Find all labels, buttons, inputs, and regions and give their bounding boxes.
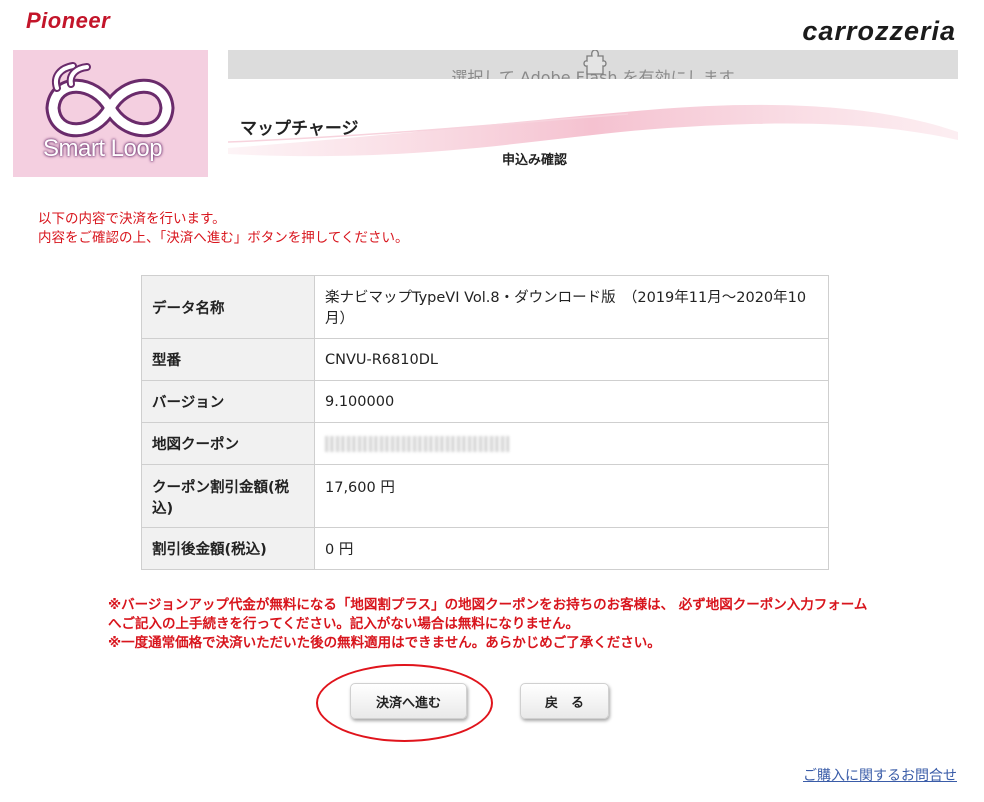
purchase-inquiry-link[interactable]: ご購入に関するお問合せ xyxy=(803,765,957,785)
warning-line-1: ※バージョンアップ代金が無料になる「地図割プラス」の地図クーポンをお持ちのお客様… xyxy=(108,597,868,632)
row-value-coupon-discount: 17,600 円 xyxy=(314,464,829,528)
proceed-to-payment-button[interactable]: 決済へ進む xyxy=(350,683,467,719)
row-label-data-name: データ名称 xyxy=(141,275,315,339)
page-header: マップチャージ 申込み確認 xyxy=(228,80,958,180)
carrozzeria-logo: carrozzeria xyxy=(802,16,956,46)
warning-line-2: ※一度通常価格で決済いただいた後の無料適用はできません。あらかじめご了承ください… xyxy=(108,635,661,651)
notice-line-1: 以下の内容で決済を行います。 xyxy=(38,211,226,227)
table-row: 地図クーポン xyxy=(141,422,829,465)
row-label-coupon-discount: クーポン割引金額(税込) xyxy=(141,464,315,528)
pioneer-logo: Pioneer xyxy=(26,8,111,33)
page-subtitle: 申込み確認 xyxy=(502,153,568,168)
table-row: 型番 CNVU-R6810DL xyxy=(141,338,829,381)
smartloop-logo: Smart Loop xyxy=(13,50,208,177)
row-value-amount-after-discount: 0 円 xyxy=(314,527,829,570)
confirmation-notice: 以下の内容で決済を行います。 内容をご確認の上、「決済へ進む」ボタンを押してくだ… xyxy=(38,210,408,248)
row-label-map-coupon: 地図クーポン xyxy=(141,422,315,465)
row-label-amount-after-discount: 割引後金額(税込) xyxy=(141,527,315,570)
table-row: 割引後金額(税込) 0 円 xyxy=(141,527,829,570)
back-button[interactable]: 戻 る xyxy=(520,683,609,719)
puzzle-piece-icon xyxy=(583,50,607,75)
notice-line-2: 内容をご確認の上、「決済へ進む」ボタンを押してください。 xyxy=(38,230,409,246)
page-title: マップチャージ xyxy=(240,119,359,139)
row-value-version: 9.100000 xyxy=(314,380,829,423)
flash-placeholder[interactable]: 選択して Adobe Flash を有効にします xyxy=(228,50,958,79)
table-row: バージョン 9.100000 xyxy=(141,380,829,423)
table-row: データ名称 楽ナビマップTypeVI Vol.8・ダウンロード版 （2019年1… xyxy=(141,275,829,339)
redacted-coupon-code xyxy=(325,435,509,452)
smartloop-label: Smart Loop xyxy=(43,135,163,162)
row-value-map-coupon xyxy=(314,422,829,465)
table-row: クーポン割引金額(税込) 17,600 円 xyxy=(141,464,829,528)
row-label-version: バージョン xyxy=(141,380,315,423)
coupon-warning: ※バージョンアップ代金が無料になる「地図割プラス」の地図クーポンをお持ちのお客様… xyxy=(108,596,868,653)
row-label-model-number: 型番 xyxy=(141,338,315,381)
order-details-table: データ名称 楽ナビマップTypeVI Vol.8・ダウンロード版 （2019年1… xyxy=(141,275,829,570)
row-value-data-name: 楽ナビマップTypeVI Vol.8・ダウンロード版 （2019年11月～202… xyxy=(314,275,829,339)
row-value-model-number: CNVU-R6810DL xyxy=(314,338,829,381)
